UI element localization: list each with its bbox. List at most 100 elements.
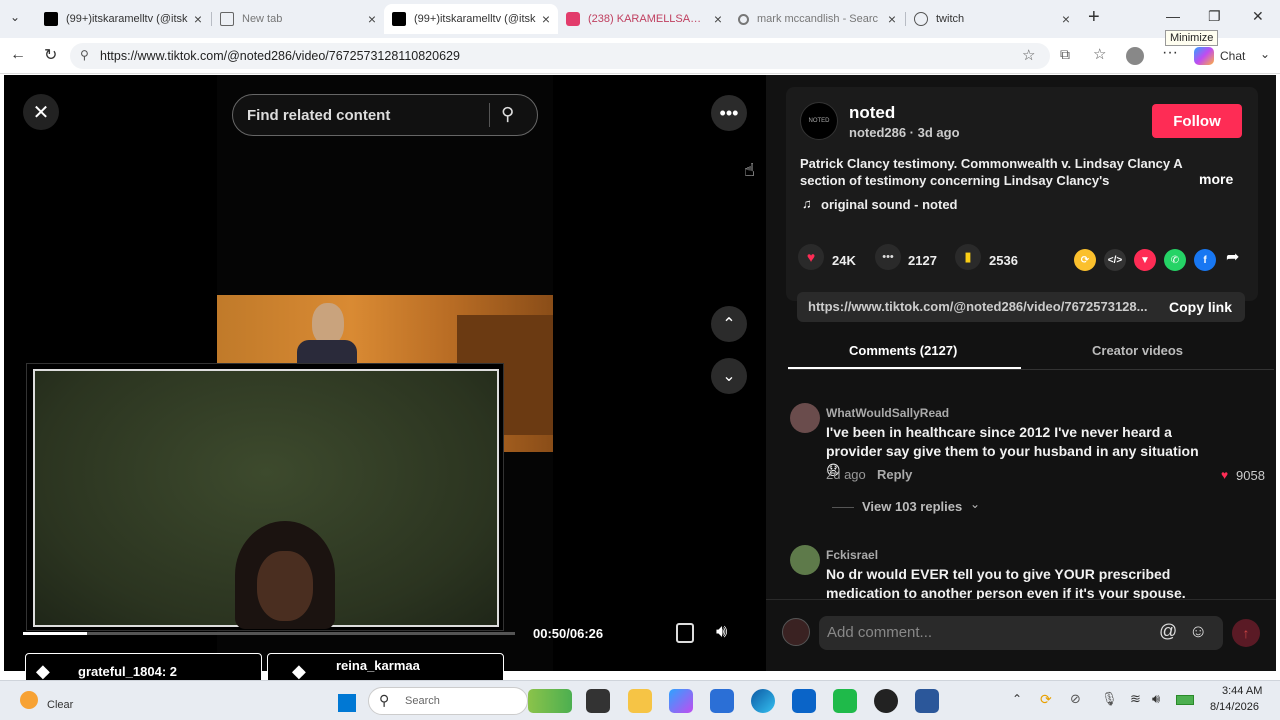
chevron-down-icon[interactable]: ⌄ xyxy=(1260,47,1270,61)
webcam-overlay xyxy=(26,363,504,631)
bookmark-icon[interactable]: ▮ xyxy=(955,244,981,270)
app-dark-icon[interactable] xyxy=(874,689,898,713)
repost-icon[interactable]: ⟳ xyxy=(1074,249,1096,271)
battery-icon[interactable] xyxy=(1176,695,1194,705)
close-icon[interactable]: × xyxy=(714,11,722,27)
creator-handle-date: noted286 · 3d ago xyxy=(849,125,960,140)
related-search-box[interactable]: Find related content ⚲ xyxy=(232,94,538,136)
favorite-star-icon[interactable]: ☆ xyxy=(1022,46,1035,64)
close-icon[interactable]: × xyxy=(194,11,202,27)
tray-chevron-icon[interactable]: ⌃ xyxy=(1012,692,1022,706)
new-tab-button[interactable]: + xyxy=(1088,6,1100,29)
tab-youtube[interactable]: (238) KARAMELLSAGIO × xyxy=(558,4,730,34)
clock-date[interactable]: 8/14/2026 xyxy=(1210,701,1259,713)
reload-button[interactable]: ↻ xyxy=(44,45,57,65)
speaker-icon[interactable]: 🔊︎ xyxy=(1152,691,1160,707)
post-comment-button[interactable]: ↑ xyxy=(1232,619,1260,647)
tab-new-tab[interactable]: New tab × xyxy=(212,4,384,34)
search-placeholder: Find related content xyxy=(247,107,391,124)
extensions-icon[interactable]: ⧉ xyxy=(1060,46,1070,63)
share-link-text[interactable]: https://www.tiktok.com/@noted286/video/7… xyxy=(808,299,1153,314)
close-icon[interactable]: × xyxy=(542,11,550,27)
creator-avatar[interactable]: NOTED xyxy=(800,102,838,140)
site-info-icon[interactable]: ⚲ xyxy=(80,48,89,62)
close-icon[interactable]: × xyxy=(368,11,376,27)
tray-network-off-icon[interactable]: ⊘ xyxy=(1070,691,1081,707)
embed-icon[interactable]: </> xyxy=(1104,249,1126,271)
edge-icon[interactable] xyxy=(751,689,775,713)
tab-comments[interactable]: Comments (2127) xyxy=(849,343,957,358)
mention-icon[interactable]: @ xyxy=(1159,621,1177,642)
app-green-icon[interactable] xyxy=(833,689,857,713)
copilot-app-icon[interactable] xyxy=(669,689,693,713)
windows-start-icon[interactable] xyxy=(338,694,356,712)
volume-icon[interactable]: 🔊︎ xyxy=(716,621,727,642)
heart-icon[interactable]: ♥ xyxy=(1221,468,1228,482)
close-viewer-button[interactable]: ✕ xyxy=(23,94,59,130)
comment-bar-divider xyxy=(766,599,1276,600)
word-icon[interactable] xyxy=(915,689,939,713)
emoji-icon[interactable]: ☺ xyxy=(1189,621,1207,642)
microphone-icon[interactable]: 🎙︎ xyxy=(1101,691,1118,707)
heart-icon[interactable]: ♥ xyxy=(798,244,824,270)
outlook-icon[interactable] xyxy=(792,689,816,713)
task-view-icon[interactable] xyxy=(586,689,610,713)
search-icon[interactable]: ⚲ xyxy=(501,104,514,125)
copy-link-button[interactable]: Copy link xyxy=(1169,299,1232,315)
my-avatar[interactable] xyxy=(782,618,810,646)
floating-player-icon[interactable] xyxy=(676,623,694,643)
weather-icon[interactable] xyxy=(20,691,38,709)
profile-avatar[interactable] xyxy=(1126,47,1144,65)
commenter-avatar[interactable] xyxy=(790,545,820,575)
share-arrow-icon[interactable]: ➦ xyxy=(1226,247,1239,267)
taskbar-search[interactable]: ⚲ Search xyxy=(368,687,528,715)
url-text[interactable]: https://www.tiktok.com/@noted286/video/7… xyxy=(100,49,460,63)
view-replies-button[interactable]: View 103 replies xyxy=(862,499,962,514)
close-icon[interactable]: × xyxy=(888,11,896,27)
more-link[interactable]: more xyxy=(1199,171,1233,187)
favorites-icon[interactable]: ☆ xyxy=(1093,45,1106,63)
widgets-icon[interactable] xyxy=(528,689,572,713)
minimize-button[interactable]: — xyxy=(1166,8,1180,24)
weather-label[interactable]: Clear xyxy=(47,699,73,711)
tab-search[interactable]: mark mccandlish - Searc × xyxy=(730,4,904,34)
facebook-icon[interactable]: f xyxy=(1194,249,1216,271)
tray-sync-icon[interactable]: ⟳ xyxy=(1040,691,1052,708)
tab-label: (99+)itskaramelltv (@itsk xyxy=(414,13,536,25)
chat-label[interactable]: Chat xyxy=(1220,49,1245,63)
previous-video-button[interactable]: ⌃ xyxy=(711,306,747,342)
add-comment-input[interactable]: Add comment... @ ☺ xyxy=(819,616,1223,650)
send-icon[interactable]: ▼ xyxy=(1134,249,1156,271)
tab-creator-videos[interactable]: Creator videos xyxy=(1092,343,1183,358)
window-close-button[interactable]: ✕ xyxy=(1252,8,1264,25)
clock-time[interactable]: 3:44 AM xyxy=(1222,685,1262,697)
commenter-name[interactable]: WhatWouldSallyRead xyxy=(826,406,949,420)
close-icon[interactable]: × xyxy=(1062,11,1070,27)
store-icon[interactable] xyxy=(710,689,734,713)
restore-button[interactable]: ❐ xyxy=(1208,8,1221,25)
tab-list-button[interactable]: ⌄ xyxy=(10,10,20,24)
tab-label: mark mccandlish - Searc xyxy=(757,13,879,25)
follow-button[interactable]: Follow xyxy=(1152,104,1242,138)
menu-dots-icon[interactable]: ··· xyxy=(1162,44,1178,62)
tab-twitch[interactable]: twitch × xyxy=(906,4,1078,34)
tab-tiktok-active[interactable]: (99+)itskaramelltv (@itsk × xyxy=(384,4,558,34)
more-options-button[interactable]: ••• xyxy=(711,95,747,131)
sound-name[interactable]: original sound - noted xyxy=(821,197,958,212)
file-explorer-icon[interactable] xyxy=(628,689,652,713)
commenter-name[interactable]: Fckisrael xyxy=(826,548,878,562)
tab-tiktok-1[interactable]: (99+)itskaramelltv (@itsk × xyxy=(36,4,210,34)
tab-label: New tab xyxy=(242,13,283,25)
creator-display-name[interactable]: noted xyxy=(849,103,895,123)
next-video-button[interactable]: ⌄ xyxy=(711,358,747,394)
copilot-icon[interactable] xyxy=(1194,47,1214,65)
back-button[interactable]: ← xyxy=(10,46,26,64)
reply-button[interactable]: Reply xyxy=(877,467,912,482)
url-bar[interactable]: ⚲ https://www.tiktok.com/@noted286/video… xyxy=(70,43,1050,69)
progress-track[interactable] xyxy=(23,632,515,635)
wifi-icon[interactable]: ≋ xyxy=(1130,691,1141,707)
comment-icon[interactable]: ••• xyxy=(875,244,901,270)
chevron-down-icon[interactable]: ⌄ xyxy=(970,497,980,511)
whatsapp-icon[interactable]: ✆ xyxy=(1164,249,1186,271)
commenter-avatar[interactable] xyxy=(790,403,820,433)
